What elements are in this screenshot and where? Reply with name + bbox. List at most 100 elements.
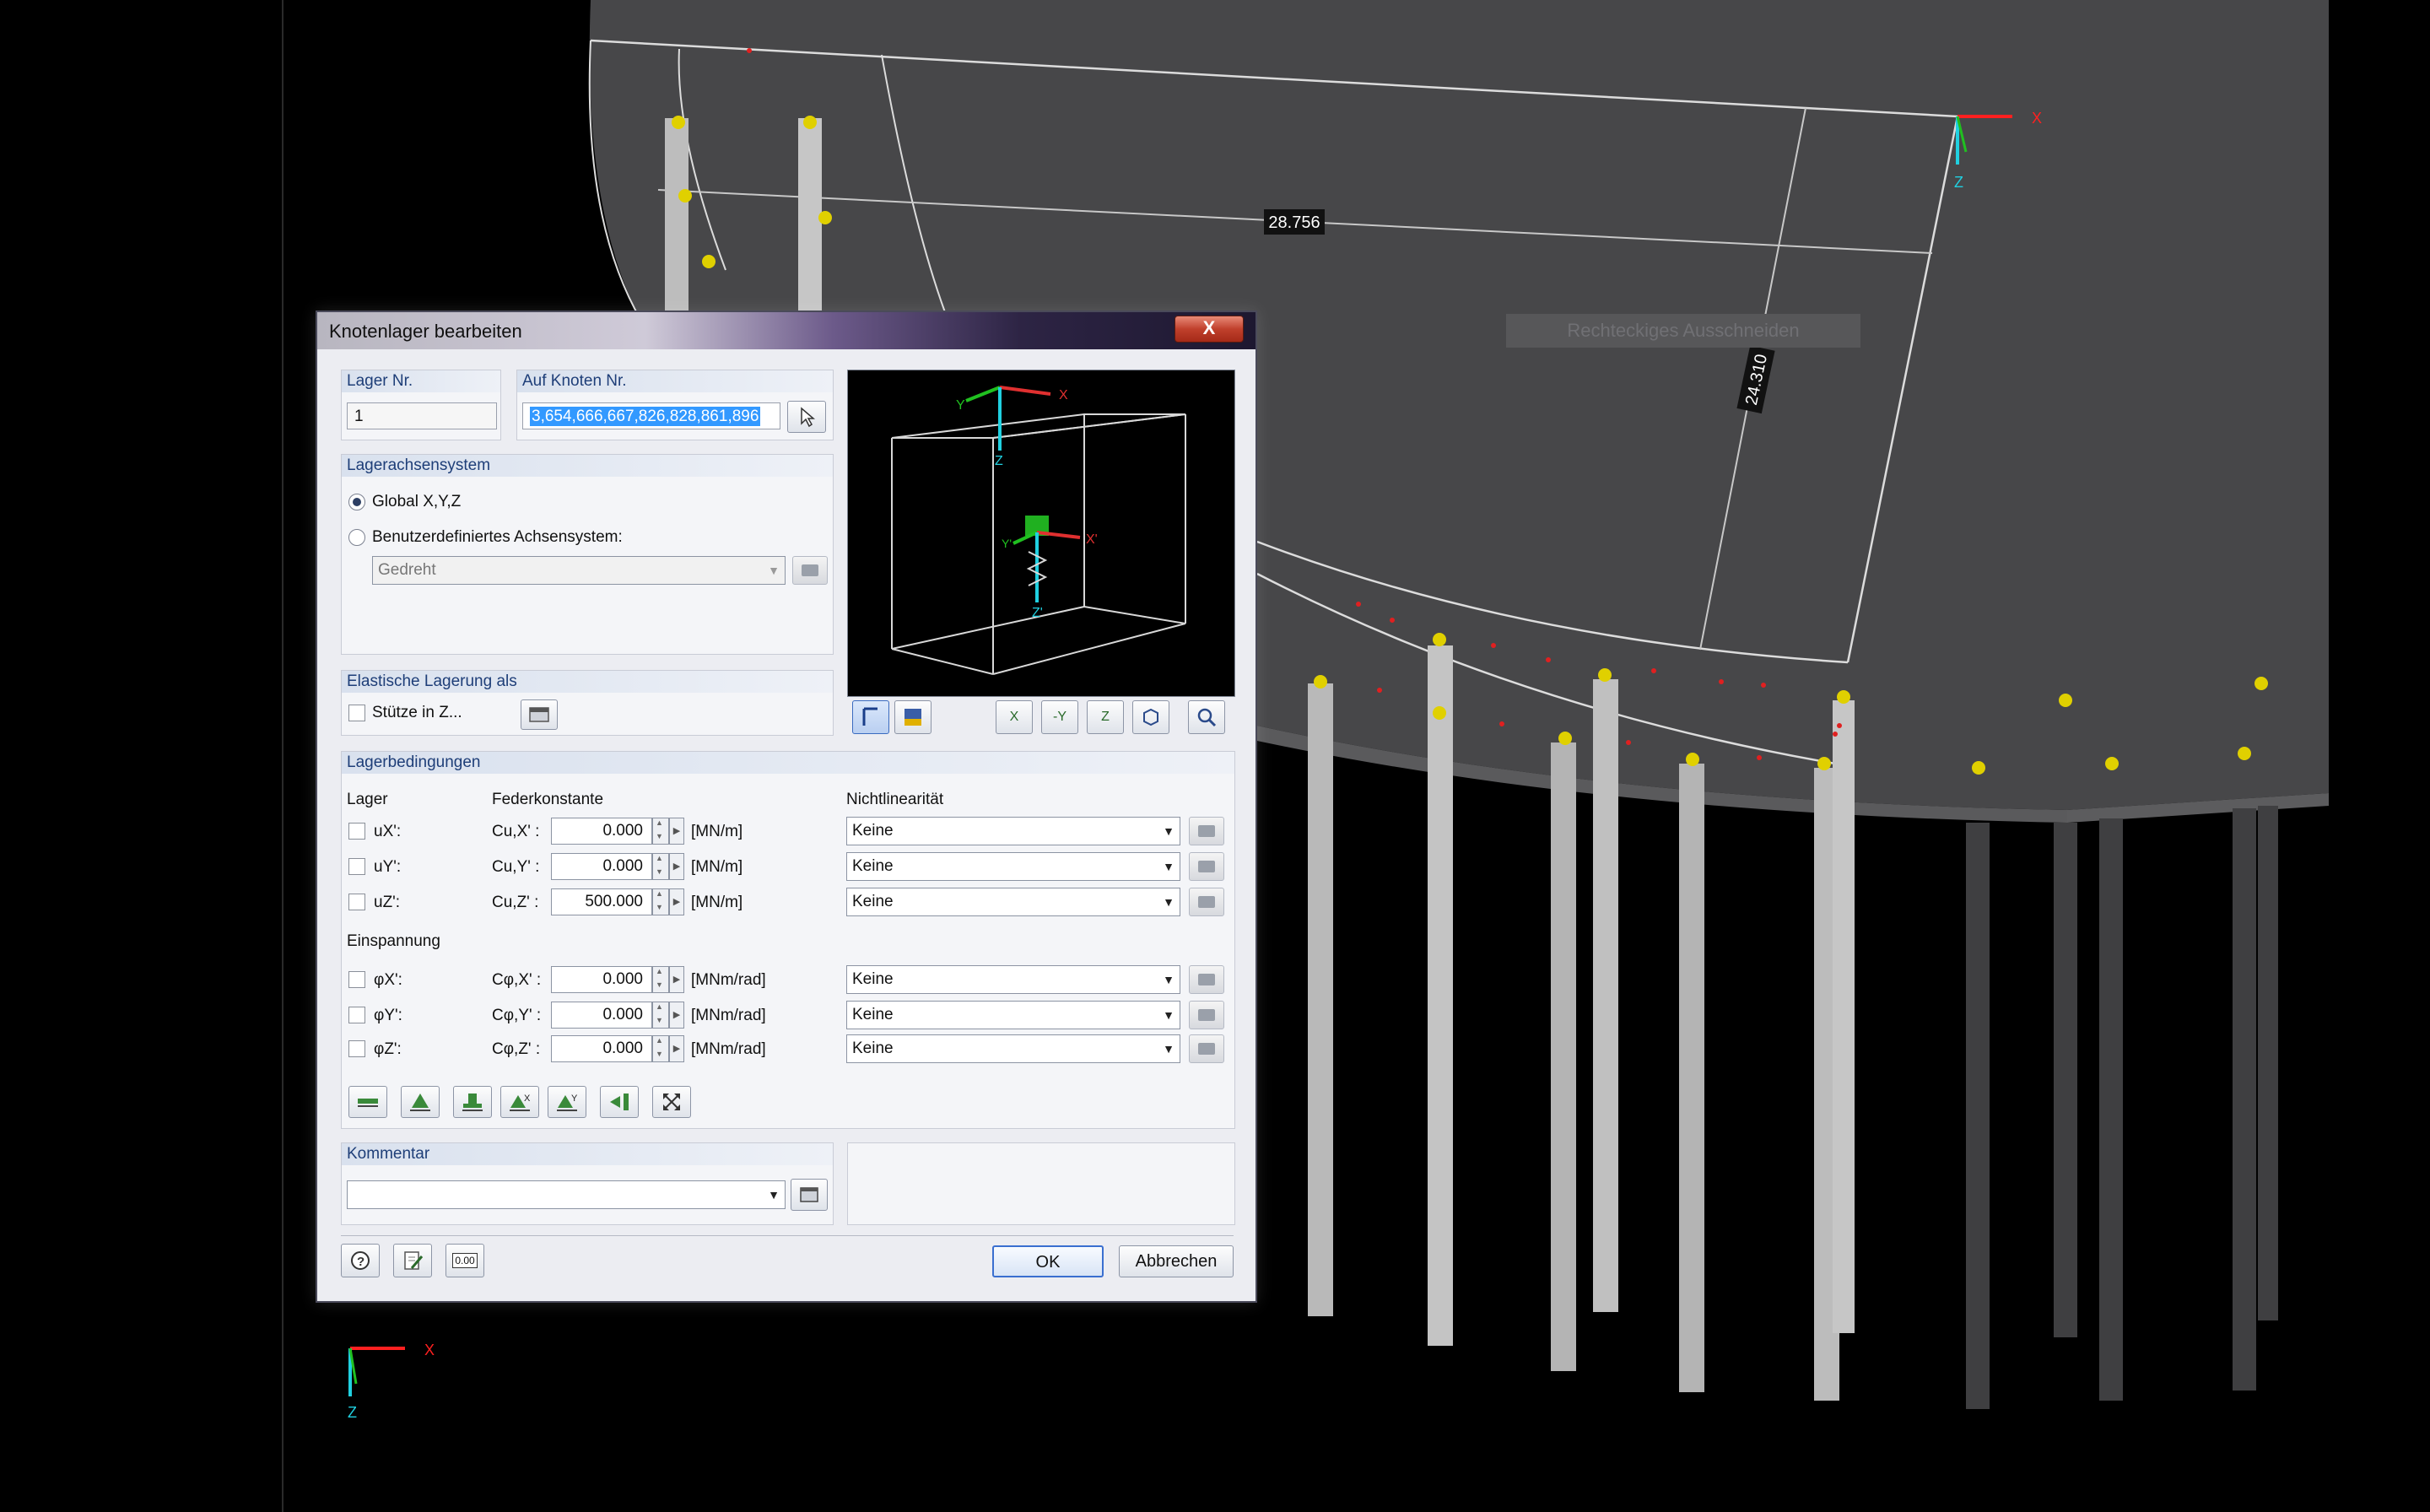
uy-checkbox[interactable] xyxy=(348,858,365,875)
nl-uy-select[interactable]: Keine ▼ xyxy=(846,852,1180,881)
cancel-button[interactable]: Abbrechen xyxy=(1119,1245,1234,1277)
phiz-label: φZ': xyxy=(374,1040,402,1058)
radio-global-xyz[interactable] xyxy=(348,494,365,510)
auf-knoten-value: 3,654,666,667,826,828,861,896 xyxy=(530,407,761,426)
cphiy-input[interactable]: 0.000 xyxy=(551,1002,652,1029)
nl-uy-edit-button[interactable] xyxy=(1189,852,1224,881)
auf-knoten-input[interactable]: 3,654,666,667,826,828,861,896 xyxy=(522,402,780,429)
cux-arrow-button[interactable]: ▶ xyxy=(669,818,684,845)
cphiz-unit: [MNm/rad] xyxy=(691,1040,766,1058)
einspannung-label: Einspannung xyxy=(347,932,440,950)
col-lager-label: Lager xyxy=(347,791,388,808)
cuz-input[interactable]: 500.000 xyxy=(551,888,652,915)
preset-fixed-button[interactable] xyxy=(453,1086,492,1118)
comment-browse-icon xyxy=(800,1187,818,1202)
preview-zoom-button[interactable] xyxy=(1188,700,1225,734)
chevron-down-icon: ▼ xyxy=(1163,1008,1174,1022)
cphiz-input[interactable]: 0.000 xyxy=(551,1035,652,1062)
auf-knoten-group: Auf Knoten Nr. 3,654,666,667,826,828,861… xyxy=(516,370,834,440)
fixed-support-icon xyxy=(462,1094,483,1111)
cuy-unit: [MN/m] xyxy=(691,858,743,876)
cuy-spinner[interactable] xyxy=(652,853,669,880)
svg-text:X: X xyxy=(2032,110,2042,127)
uz-checkbox[interactable] xyxy=(348,894,365,910)
cuz-arrow-button[interactable]: ▶ xyxy=(669,888,684,915)
pick-node-button[interactable] xyxy=(787,401,826,433)
phiz-checkbox[interactable] xyxy=(348,1040,365,1057)
help-button[interactable]: ? xyxy=(341,1244,380,1277)
nl-uz-edit-button[interactable] xyxy=(1189,888,1224,916)
nl-phiy-select[interactable]: Keine ▼ xyxy=(846,1001,1180,1029)
preset-roller-y-button[interactable]: Y xyxy=(548,1086,586,1118)
chevron-down-icon: ▼ xyxy=(1163,1042,1174,1056)
nl-uy-value: Keine xyxy=(852,857,894,875)
preset-roller-x-button[interactable]: X xyxy=(500,1086,539,1118)
nl-phiz-select[interactable]: Keine ▼ xyxy=(846,1034,1180,1063)
nl-phix-edit-button[interactable] xyxy=(1189,965,1224,994)
svg-text:X: X xyxy=(1059,388,1068,402)
preview-render-button[interactable] xyxy=(894,700,932,734)
edit-notes-button[interactable] xyxy=(393,1244,432,1277)
nl-uz-select[interactable]: Keine ▼ xyxy=(846,888,1180,916)
cphiy-arrow-button[interactable]: ▶ xyxy=(669,1002,684,1029)
radio-user-axis[interactable] xyxy=(348,529,365,546)
cuz-label: Cu,Z' : xyxy=(492,894,539,911)
preset-reset-button[interactable] xyxy=(652,1086,691,1118)
phiy-label: φY': xyxy=(374,1007,402,1024)
preset-wall-button[interactable] xyxy=(600,1086,639,1118)
view-minus-y-button[interactable]: -Y xyxy=(1041,700,1078,734)
stuetze-edit-button[interactable] xyxy=(521,699,558,730)
ux-label: uX': xyxy=(374,823,402,840)
kommentar-input[interactable]: ▼ xyxy=(347,1180,786,1209)
kommentar-browse-button[interactable] xyxy=(791,1179,828,1211)
svg-text:Z: Z xyxy=(348,1404,357,1421)
cphix-arrow-button[interactable]: ▶ xyxy=(669,966,684,993)
lagerachsensystem-group: Lagerachsensystem Global X,Y,Z Benutzerd… xyxy=(341,454,834,655)
axis-system-select[interactable]: Gedreht ▼ xyxy=(372,556,786,585)
preview-support-symbol: X' Y' Z' xyxy=(1002,516,1098,620)
cuy-arrow-button[interactable]: ▶ xyxy=(669,853,684,880)
cphiz-spinner[interactable] xyxy=(652,1035,669,1062)
expand-arrows-icon xyxy=(663,1094,680,1110)
cphiz-arrow-button[interactable]: ▶ xyxy=(669,1035,684,1062)
chevron-down-icon: ▼ xyxy=(768,1188,780,1202)
cphiy-spinner[interactable] xyxy=(652,1002,669,1029)
nl-phiz-edit-button[interactable] xyxy=(1189,1034,1224,1063)
phix-checkbox[interactable] xyxy=(348,971,365,988)
ok-button[interactable]: OK xyxy=(992,1245,1104,1277)
stuetze-checkbox[interactable] xyxy=(348,705,365,721)
cphix-input[interactable]: 0.000 xyxy=(551,966,652,993)
preview-axes-toggle-button[interactable] xyxy=(852,700,889,734)
ghost-tooltip: Rechteckiges Ausschneiden xyxy=(1567,320,1799,341)
units-decimals-button[interactable]: 0.00 xyxy=(446,1244,484,1277)
lager-nr-field[interactable]: 1 xyxy=(347,402,497,429)
lagerachsensystem-header: Lagerachsensystem xyxy=(342,455,833,477)
nl-phix-select[interactable]: Keine ▼ xyxy=(846,965,1180,994)
nl-phiy-edit-button[interactable] xyxy=(1189,1001,1224,1029)
nl-phix-value: Keine xyxy=(852,970,894,988)
preset-free-button[interactable] xyxy=(348,1086,387,1118)
elastische-lagerung-header: Elastische Lagerung als xyxy=(342,671,833,693)
cursor-pick-icon xyxy=(801,407,816,428)
view-iso-button[interactable] xyxy=(1132,700,1169,734)
nl-ux-edit-button[interactable] xyxy=(1189,817,1224,845)
cphix-spinner[interactable] xyxy=(652,966,669,993)
view-x-button[interactable]: X xyxy=(996,700,1033,734)
view-z-button[interactable]: Z xyxy=(1087,700,1124,734)
cux-input[interactable]: 0.000 xyxy=(551,818,652,845)
iso-cube-icon xyxy=(1143,708,1158,726)
cuy-input[interactable]: 0.000 xyxy=(551,853,652,880)
phiy-checkbox[interactable] xyxy=(348,1007,365,1023)
cphiy-label: Cφ,Y' : xyxy=(492,1007,542,1024)
dialog-titlebar[interactable]: Knotenlager bearbeiten X xyxy=(317,312,1256,349)
cuz-spinner[interactable] xyxy=(652,888,669,915)
cux-spinner[interactable] xyxy=(652,818,669,845)
axis-system-edit-button[interactable] xyxy=(792,556,828,585)
lagerbedingungen-header: Lagerbedingungen xyxy=(342,752,1234,774)
ux-checkbox[interactable] xyxy=(348,823,365,840)
close-button[interactable]: X xyxy=(1174,316,1244,343)
hinged-support-icon xyxy=(358,1099,378,1107)
chevron-down-icon: ▼ xyxy=(1163,824,1174,838)
preset-hinged-button[interactable] xyxy=(401,1086,440,1118)
nl-ux-select[interactable]: Keine ▼ xyxy=(846,817,1180,845)
